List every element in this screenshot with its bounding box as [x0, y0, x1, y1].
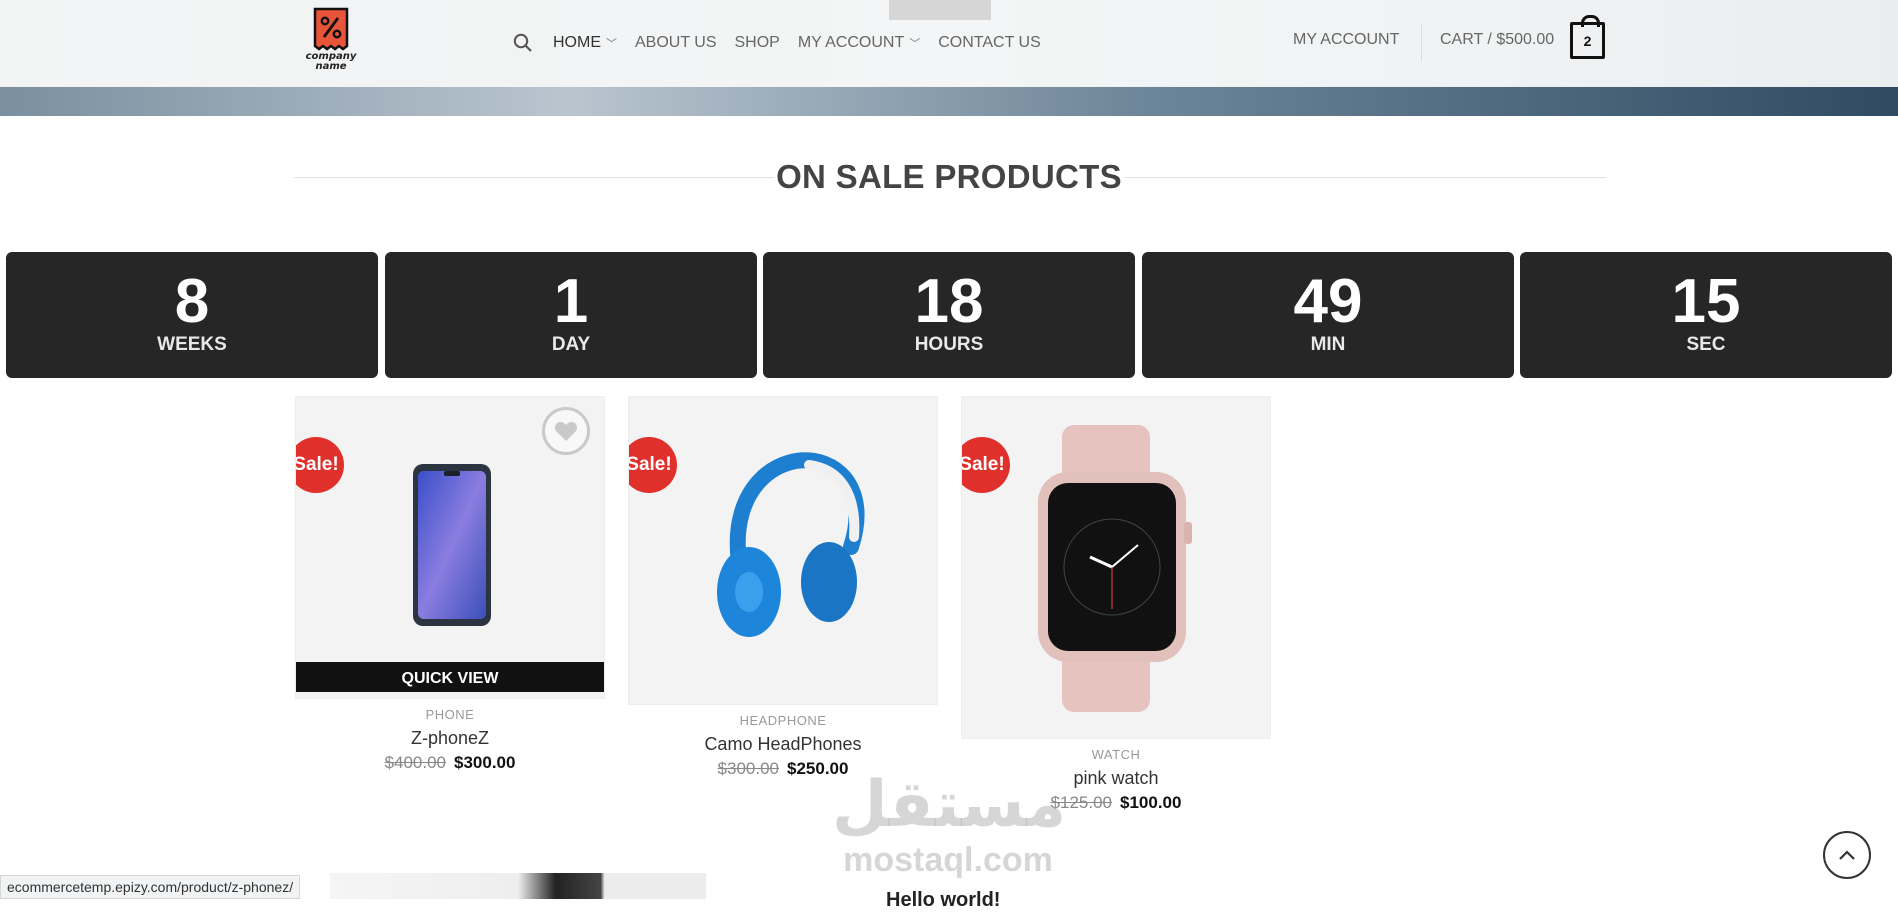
sale-price: $100.00 [1120, 793, 1182, 812]
nav-my-account-label: MY ACCOUNT [797, 34, 905, 51]
product-image[interactable]: Sale! [961, 396, 1271, 739]
main-nav: HOME ﹀ ABOUT US SHOP MY ACCOUNT ﹀ CONTAC… [513, 31, 1059, 55]
arrow-up-icon [1839, 850, 1855, 860]
countdown-days: 1 DAY [385, 252, 757, 378]
headphones-image [717, 452, 865, 637]
watermark: مستقل mostaql.com [832, 768, 1067, 880]
product-category[interactable]: HEADPHONE [628, 713, 938, 728]
countdown-unit: DAY [551, 334, 591, 355]
cart-link[interactable]: CART / $500.00 [1440, 31, 1554, 55]
product-category[interactable]: WATCH [961, 747, 1271, 762]
old-price: $400.00 [384, 753, 446, 772]
product-name[interactable]: Camo HeadPhones [628, 734, 938, 755]
nav-my-account[interactable]: MY ACCOUNT ﹀ [798, 34, 920, 52]
countdown-value: 15 [1671, 267, 1741, 336]
countdown-hours: 18 HOURS [763, 252, 1135, 378]
site-header: company name HOME ﹀ ABOUT US SHOP MY ACC… [0, 0, 1898, 87]
countdown-value: 1 [553, 267, 589, 336]
nav-about-us[interactable]: ABOUT US [635, 34, 717, 52]
watch-image [1038, 425, 1192, 712]
logo-tag-icon [313, 7, 349, 51]
scroll-to-top-button[interactable] [1823, 831, 1871, 879]
hero-button-partial[interactable] [889, 0, 991, 20]
blog-post-title[interactable]: Hello world! [886, 889, 1000, 912]
nav-home[interactable]: HOME ﹀ [553, 34, 617, 52]
product-image[interactable]: Sale! QUICK VIEW [295, 396, 605, 699]
watermark-latin: mostaql.com [843, 841, 1053, 879]
product-card[interactable]: Sale! WATCH pink watch $125.00 $100.00 [961, 396, 1271, 813]
cart-icon[interactable]: 2 [1570, 15, 1605, 59]
nav-shop-label: SHOP [734, 34, 780, 51]
nav-shop[interactable]: SHOP [735, 34, 780, 52]
watermark-arabic: مستقل [832, 768, 1067, 842]
countdown-value: 8 [174, 267, 210, 336]
site-logo[interactable]: company name [300, 6, 362, 80]
old-price: $300.00 [717, 759, 779, 778]
product-category[interactable]: PHONE [295, 707, 605, 722]
logo-text-line2: name [315, 61, 347, 72]
wishlist-button[interactable] [542, 407, 590, 455]
product-card[interactable]: Sale! HEADPHONE Camo HeadPhones $300.00 $… [628, 396, 938, 779]
quick-view-button[interactable]: QUICK VIEW [296, 662, 604, 692]
countdown-seconds: 15 SEC [1520, 252, 1892, 378]
nav-about-label: ABOUT US [635, 34, 717, 51]
chevron-down-icon: ﹀ [606, 38, 617, 50]
countdown-unit: MIN [1310, 334, 1346, 355]
blog-post-image[interactable] [330, 873, 706, 899]
product-price: $400.00 $300.00 [295, 753, 605, 773]
countdown-unit: HOURS [914, 334, 984, 355]
cart-count-badge: 2 [1583, 32, 1592, 49]
countdown-unit: SEC [1686, 334, 1726, 355]
status-bar-url: ecommercetemp.epizy.com/product/z-phonez… [0, 875, 301, 899]
product-name[interactable]: Z-phoneZ [295, 728, 605, 749]
countdown-unit: WEEKS [157, 334, 227, 355]
sale-price: $300.00 [454, 753, 516, 772]
header-divider [1421, 24, 1422, 62]
countdown-weeks: 8 WEEKS [6, 252, 378, 378]
countdown-minutes: 49 MIN [1142, 252, 1514, 378]
section-title: ON SALE PRODUCTS [776, 158, 1122, 195]
countdown-value: 18 [914, 267, 984, 336]
nav-home-label: HOME [553, 34, 601, 51]
search-icon[interactable] [513, 33, 533, 53]
chevron-down-icon: ﹀ [909, 38, 921, 50]
product-image[interactable]: Sale! [628, 396, 938, 705]
nav-contact-us[interactable]: CONTACT US [938, 34, 1041, 52]
nav-contact-label: CONTACT US [938, 34, 1041, 51]
heart-icon [554, 421, 578, 441]
product-card[interactable]: Sale! QUICK VIEW PHONE Z-phoneZ $400.00 $… [295, 396, 605, 773]
account-link[interactable]: MY ACCOUNT [1293, 31, 1399, 55]
countdown-value: 49 [1293, 267, 1363, 336]
